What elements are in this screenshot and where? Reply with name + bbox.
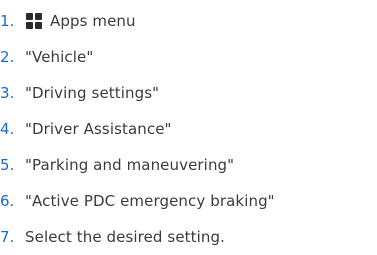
step-6: 6. "Active PDC emergency braking" bbox=[0, 183, 377, 219]
step-number: 1. bbox=[0, 12, 15, 30]
step-4: 4. "Driver Assistance" bbox=[0, 111, 377, 147]
step-text: "Active PDC emergency braking" bbox=[25, 192, 275, 210]
step-number: 5. bbox=[0, 156, 15, 174]
step-text: "Driving settings" bbox=[25, 84, 160, 102]
step-number: 3. bbox=[0, 84, 15, 102]
step-text: Select the desired setting. bbox=[25, 228, 225, 246]
step-text: "Parking and maneuvering" bbox=[25, 156, 235, 174]
step-number: 4. bbox=[0, 120, 15, 138]
step-2: 2. "Vehicle" bbox=[0, 39, 377, 75]
step-number: 6. bbox=[0, 192, 15, 210]
step-text: "Vehicle" bbox=[25, 48, 94, 66]
step-label: Apps menu bbox=[50, 12, 136, 30]
apps-grid-icon bbox=[26, 13, 42, 29]
step-1: 1. Apps menu bbox=[0, 3, 377, 39]
step-number: 2. bbox=[0, 48, 15, 66]
step-number: 7. bbox=[0, 228, 15, 246]
step-3: 3. "Driving settings" bbox=[0, 75, 377, 111]
step-7: 7. Select the desired setting. bbox=[0, 219, 377, 255]
step-text: "Driver Assistance" bbox=[25, 120, 172, 138]
step-5: 5. "Parking and maneuvering" bbox=[0, 147, 377, 183]
instruction-steps-list: 1. Apps menu 2. "Vehicle" 3. "Driving se… bbox=[0, 3, 377, 255]
step-text: Apps menu bbox=[25, 12, 136, 30]
